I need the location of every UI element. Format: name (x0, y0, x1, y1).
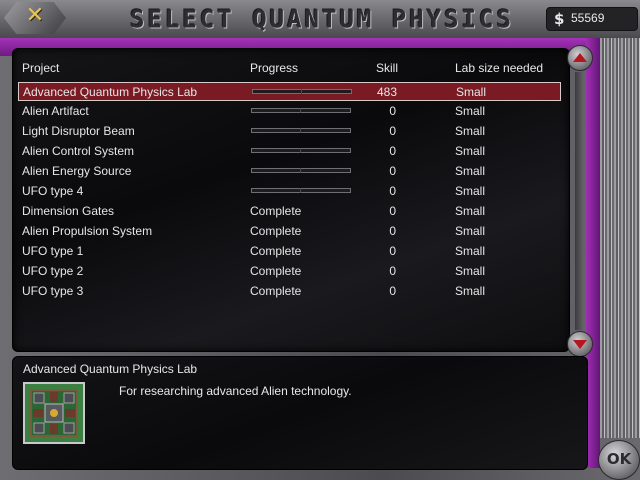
progress-text: Complete (250, 244, 302, 258)
skill-value: 0 (389, 124, 396, 138)
table-row[interactable]: Alien Artifact 0 Small (18, 102, 561, 121)
progress-bar (252, 89, 352, 94)
progress-tick (300, 188, 301, 193)
lab-size-value: Small (455, 164, 486, 178)
progress-bar (251, 168, 351, 173)
lab-size-value: Small (455, 184, 486, 198)
table-row[interactable]: UFO type 2 Complete 0 Small (18, 262, 561, 281)
skill-value: 0 (389, 224, 396, 238)
project-name: Advanced Quantum Physics Lab (23, 85, 198, 99)
skill-value: 0 (389, 204, 396, 218)
table-row[interactable]: Light Disruptor Beam 0 Small (18, 122, 561, 141)
progress-tick (300, 168, 301, 173)
lab-size-value: Small (455, 284, 486, 298)
column-header-lab-size: Lab size needed (455, 61, 544, 75)
lab-size-value: Small (456, 85, 487, 99)
funds-display: $ 55569 (546, 7, 638, 31)
progress-bar (251, 148, 351, 153)
info-description: For researching advanced Alien technolog… (119, 384, 352, 398)
skill-value: 483 (376, 85, 397, 99)
column-header-project: Project (22, 61, 60, 75)
project-name: Dimension Gates (22, 204, 115, 218)
table-row[interactable]: Alien Propulsion System Complete 0 Small (18, 222, 561, 241)
table-row[interactable]: UFO type 1 Complete 0 Small (18, 242, 561, 261)
lab-size-value: Small (455, 104, 486, 118)
table-row[interactable]: Alien Energy Source 0 Small (18, 162, 561, 181)
progress-tick (300, 128, 301, 133)
table-row[interactable]: Alien Control System 0 Small (18, 142, 561, 161)
progress-text: Complete (250, 264, 302, 278)
table-row[interactable]: Dimension Gates Complete 0 Small (18, 202, 561, 221)
progress-text: Complete (250, 204, 302, 218)
skill-value: 0 (389, 284, 396, 298)
table-row[interactable]: Advanced Quantum Physics Lab 483 Small (18, 82, 561, 101)
funds-value: 55569 (571, 11, 605, 25)
ok-button[interactable]: OK (598, 440, 640, 480)
skill-value: 0 (389, 144, 396, 158)
lab-size-value: Small (455, 144, 486, 158)
table-row[interactable]: UFO type 3 Complete 0 Small (18, 282, 561, 301)
scroll-down-button[interactable] (567, 331, 593, 357)
project-name: UFO type 3 (22, 284, 84, 298)
lab-size-value: Small (455, 204, 486, 218)
skill-value: 0 (389, 264, 396, 278)
lab-size-value: Small (455, 244, 486, 258)
arrow-down-icon (573, 340, 587, 349)
lab-size-value: Small (455, 264, 486, 278)
project-name: UFO type 1 (22, 244, 84, 258)
progress-tick (300, 108, 301, 113)
project-name: Alien Energy Source (22, 164, 132, 178)
screen-title: SELECT QUANTUM PHYSICS PROJECT (130, 4, 514, 65)
skill-value: 0 (389, 104, 396, 118)
lab-size-value: Small (455, 124, 486, 138)
project-name: UFO type 4 (22, 184, 84, 198)
scroll-track[interactable] (575, 72, 583, 330)
project-name: Alien Propulsion System (22, 224, 153, 238)
progress-tick (300, 148, 301, 153)
project-name: UFO type 2 (22, 264, 84, 278)
title-bar: ✕ SELECT QUANTUM PHYSICS PROJECT $ 55569 (0, 0, 640, 65)
purple-accent-side (586, 38, 600, 468)
skill-value: 0 (389, 184, 396, 198)
column-header-skill: Skill (376, 61, 399, 75)
column-header-progress: Progress (250, 61, 299, 75)
project-name: Alien Artifact (22, 104, 89, 118)
table-row[interactable]: UFO type 4 0 Small (18, 182, 561, 201)
skill-value: 0 (389, 244, 396, 258)
scroll-up-button[interactable] (567, 45, 593, 71)
progress-text: Complete (250, 284, 302, 298)
dollar-sign-icon: $ (554, 10, 565, 28)
lab-size-value: Small (455, 224, 486, 238)
progress-bar (251, 128, 351, 133)
right-pipe-column (600, 38, 640, 438)
project-name: Light Disruptor Beam (22, 124, 135, 138)
ok-label: OK (606, 450, 632, 468)
skill-value: 0 (389, 164, 396, 178)
progress-tick (301, 89, 302, 94)
xcom-logo: ✕ (4, 2, 66, 34)
progress-bar (251, 108, 351, 113)
project-name: Alien Control System (22, 144, 135, 158)
arrow-up-icon (573, 53, 587, 62)
logo-x-icon: ✕ (25, 3, 45, 28)
progress-text: Complete (250, 224, 302, 238)
info-title: Advanced Quantum Physics Lab (23, 362, 198, 376)
quantum-lab-icon (23, 382, 85, 444)
progress-bar (251, 188, 351, 193)
